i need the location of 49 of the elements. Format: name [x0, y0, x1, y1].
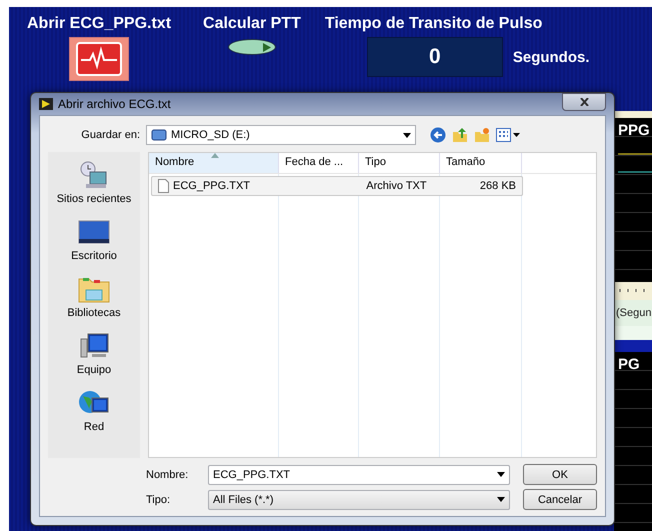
view-grid-icon [496, 128, 520, 142]
graph-frame-band [614, 111, 652, 118]
view-menu-button[interactable] [496, 128, 520, 142]
back-button[interactable] [430, 127, 446, 143]
place-item[interactable]: Equipo [76, 331, 112, 376]
file-name: ECG_PPG.TXT [173, 180, 250, 192]
signal-traces-drawing [618, 152, 652, 174]
open-file-button[interactable] [69, 37, 130, 81]
filetype-label: Tipo: [146, 494, 172, 506]
place-item[interactable]: Bibliotecas [67, 274, 121, 319]
drive-icon [151, 128, 167, 142]
control-label: Abrir ECG_PPG.txt [27, 15, 172, 33]
cancel-button[interactable]: Cancelar [523, 489, 597, 510]
graph-title: PG [618, 356, 640, 373]
close-button[interactable] [562, 93, 606, 111]
filename-label: Nombre: [146, 468, 190, 480]
unit-label: Segundos. [512, 48, 590, 66]
file-type: Archivo TXT [366, 180, 427, 192]
dropdown-caret-icon [403, 132, 411, 138]
dropdown-caret-icon [497, 497, 505, 502]
up-folder-button[interactable] [452, 127, 468, 143]
dropdown-caret-icon [497, 472, 505, 477]
filetype-dropdown[interactable]: All Files (*.*) [208, 490, 510, 510]
sort-arrow-icon [211, 153, 219, 158]
app-icon [39, 98, 53, 110]
close-icon [580, 98, 588, 106]
panel-divider-band [614, 340, 652, 352]
play-icon [262, 42, 271, 52]
column-header[interactable]: Nombre [149, 153, 279, 173]
numeric-indicator: 0 [366, 37, 503, 77]
file-row[interactable]: ECG_PPG.TXT Archivo TXT 268 KB [151, 176, 523, 196]
place-item[interactable]: Escritorio [71, 217, 117, 262]
location-label: Guardar en: [80, 129, 140, 141]
filename-field[interactable]: ECG_PPG.TXT [208, 464, 510, 484]
graph-title: PPG [618, 122, 650, 139]
axis-label: (Segun [616, 307, 652, 319]
place-item[interactable]: Red [78, 388, 110, 433]
heartbeat-icon [76, 42, 122, 76]
indicator-label: Tiempo de Transito de Pulso [324, 15, 542, 33]
place-item[interactable]: Sitios recientes [56, 160, 132, 205]
calculate-toggle[interactable] [228, 39, 276, 55]
folder-up-icon [452, 127, 468, 143]
ok-button[interactable]: OK [523, 464, 597, 485]
new-folder-icon [474, 127, 490, 143]
dialog-title: Abrir archivo ECG.txt [58, 97, 171, 111]
location-dropdown[interactable]: MICRO_SD (E:) [146, 125, 416, 145]
file-size: 268 KB [480, 180, 516, 192]
file-icon [158, 179, 169, 193]
control-label: Calcular PTT [203, 15, 301, 33]
